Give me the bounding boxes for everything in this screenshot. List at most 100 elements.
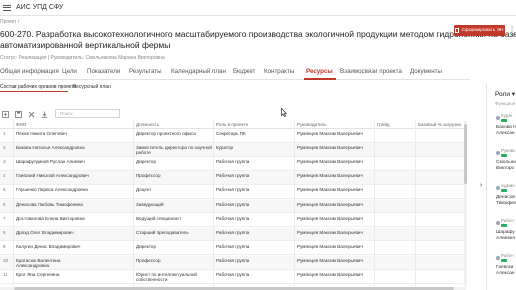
active-subtab-indicator (0, 91, 68, 92)
role-card-name-line-2: Алексан (496, 130, 515, 136)
user-avatar-icon (496, 256, 500, 260)
user-avatar-icon (496, 186, 500, 190)
more-options-button[interactable]: ⋮ (508, 25, 516, 36)
column-header-role[interactable]: Роль в проекте (216, 122, 248, 127)
search-input[interactable]: Поиск (55, 109, 120, 118)
tab-budget[interactable]: Бюджет (233, 68, 255, 75)
column-header-grade[interactable]: Грейд (377, 122, 390, 127)
cell-role: Рабочая группа (216, 257, 250, 263)
tab-relations[interactable]: Взаимосвязи проекта (340, 68, 402, 75)
tab-schedule[interactable]: Календарный план (171, 68, 226, 75)
cell-head: Румянцев Максим Валерьевич (297, 145, 363, 151)
role-card-name: Денисов Тимофее (496, 195, 516, 206)
cell-head: Румянцев Максим Валерьевич (297, 229, 363, 235)
generate-document-button[interactable]: Сформировать ЭН (454, 25, 505, 36)
table-row[interactable]: 10 Кратасюк Валентина Александровна Профес… (0, 255, 466, 270)
role-card[interactable]: Рабоч Гаевски Алексан (496, 253, 516, 288)
column-divider (13, 121, 14, 286)
column-header-position[interactable]: Должность (136, 122, 159, 127)
table-row[interactable]: 6 Денисова Любовь Тимофеевна Заведующий Раб… (0, 199, 466, 214)
delete-icon[interactable] (26, 110, 36, 119)
row-number: 10 (3, 257, 9, 263)
subtab-resource-plan[interactable]: Ресурсный план (73, 84, 111, 90)
cell-role: Рабочая группа (216, 243, 250, 249)
tab-results[interactable]: Результаты (129, 68, 162, 75)
table-row[interactable]: 3 Шарафутдинов Руслан Алиевич Директор Рабо… (0, 157, 466, 171)
subtab-project-bodies[interactable]: Состав рабочих органов проекта (0, 84, 76, 90)
cell-fio: Крот Яна Сергеевна (16, 272, 60, 277)
table-row[interactable]: 4 Гаевский Николай Александрович Профессор… (0, 171, 466, 185)
tab-goals[interactable]: Цели (62, 68, 77, 75)
table-row[interactable]: 11 Крот Яна Сергеевна Юрист по интеллектуа… (0, 270, 466, 284)
row-number: 11 (3, 272, 8, 277)
add-icon[interactable] (0, 110, 10, 119)
table-row[interactable]: 2 Бакова Наталья Александровна Заместитель… (0, 143, 466, 157)
role-card[interactable]: Курат Бакова Н Алексан (496, 113, 516, 148)
cell-head: Румянцев Максим Валерьевич (297, 159, 363, 165)
row-number: 1 (3, 131, 6, 136)
mouse-cursor-icon (281, 108, 287, 117)
menu-icon[interactable] (3, 4, 11, 11)
tab-resources[interactable]: Ресурсы (306, 68, 333, 75)
cell-role: Рабочая группа (216, 187, 250, 193)
cell-role: Рабочая группа (216, 159, 250, 165)
resource-subtabs: Состав рабочих органов проекта Ресурсный… (0, 83, 470, 93)
tab-contracts[interactable]: Контракты (264, 68, 294, 75)
download-icon[interactable] (39, 110, 49, 119)
column-header-fio[interactable]: ФИО (16, 122, 26, 127)
role-card-role: Руковс (501, 148, 516, 153)
role-card-role: Админ (501, 183, 515, 188)
project-status-line: Статус: Реализация | Руководитель: Смоль… (0, 55, 165, 61)
tab-general-info[interactable]: Общая информация (0, 68, 59, 75)
column-divider (294, 121, 295, 286)
role-card-name: Шарафу Алиевич (496, 230, 515, 241)
vertical-scrollbar-thumb[interactable] (464, 124, 467, 184)
cell-role: Рабочая группа (216, 229, 250, 235)
table-row[interactable]: 7 Достовалова Елена Викторовна Ведущий спе… (0, 214, 466, 228)
cell-fio: Шарафутдинов Руслан Алиевич (16, 159, 85, 165)
save-icon[interactable] (13, 110, 23, 119)
table-row[interactable]: 8 Дрозд Олег Владимирович Старший преподав… (0, 227, 466, 242)
cell-role: Рабочая группа (216, 215, 250, 221)
breadcrumb[interactable]: Проект / (0, 19, 19, 25)
role-card-name-line-1: Шарафу (496, 230, 515, 235)
row-number: 9 (3, 243, 6, 249)
cell-head: Румянцев Максим Валерьевич (297, 131, 363, 136)
role-card-name-line-1: Смольни (496, 160, 516, 165)
collapse-panel-button[interactable]: › (477, 180, 485, 192)
top-bar: АИС УПД СФУ (0, 0, 516, 16)
column-header-load[interactable]: Базовый % загрузки (418, 122, 461, 127)
app-title[interactable]: АИС УПД СФУ (16, 4, 63, 11)
tab-documents[interactable]: Документы (410, 68, 442, 75)
roles-panel: Роли ▾ Функцион Курат Бакова Н Алексан Руко… (486, 84, 516, 290)
column-header-head[interactable]: Руководитель (297, 122, 327, 127)
cell-fio: Калугин Денис Владимирович (16, 243, 81, 249)
role-card[interactable]: Админ Денисов Тимофее (496, 183, 516, 218)
cell-role: Рабочая группа (216, 272, 250, 277)
role-card-role: Рабоч (501, 218, 514, 223)
generate-document-label: Сформировать ЭН (461, 28, 504, 33)
tab-indicators[interactable]: Показатели (87, 68, 120, 75)
chevron-down-icon[interactable]: ▾ (512, 91, 515, 98)
table-row[interactable]: 9 Калугин Денис Владимирович Директор Рабоч… (0, 242, 466, 256)
table-row[interactable]: 1 Пеков Никита Олегович Директор проектног… (0, 129, 466, 143)
cell-position: Заместитель директора по научной работе (136, 145, 212, 156)
role-card-name-line-1: Денисов (496, 195, 515, 200)
role-card[interactable]: Руковс Смольни Викторо (496, 148, 516, 183)
project-tabs: Общая информация Цели Показатели Результ… (0, 66, 470, 80)
roles-panel-title[interactable]: Роли ▾ (495, 90, 515, 98)
cell-fio: Глушенко Лариса Александровна (16, 187, 88, 193)
column-divider (374, 121, 375, 286)
cell-fio: Денисова Любовь Тимофеевна (16, 201, 83, 207)
cell-role: Рабочая группа (216, 201, 250, 207)
column-divider (213, 121, 214, 286)
user-avatar-icon (496, 221, 500, 225)
cell-head: Румянцев Максим Валерьевич (297, 272, 363, 277)
role-card-name-line-2: Викторо (496, 165, 515, 171)
table-row[interactable]: 5 Глушенко Лариса Александровна Доцент Рабо… (0, 185, 466, 200)
role-card[interactable]: Рабоч Шарафу Алиевич (496, 218, 516, 253)
cell-head: Румянцев Максим Валерьевич (297, 243, 363, 249)
cell-head: Румянцев Максим Валерьевич (297, 257, 363, 263)
row-number: 8 (3, 229, 6, 235)
page-title: 600-270. Разработка высокотехнологичного… (0, 29, 516, 51)
